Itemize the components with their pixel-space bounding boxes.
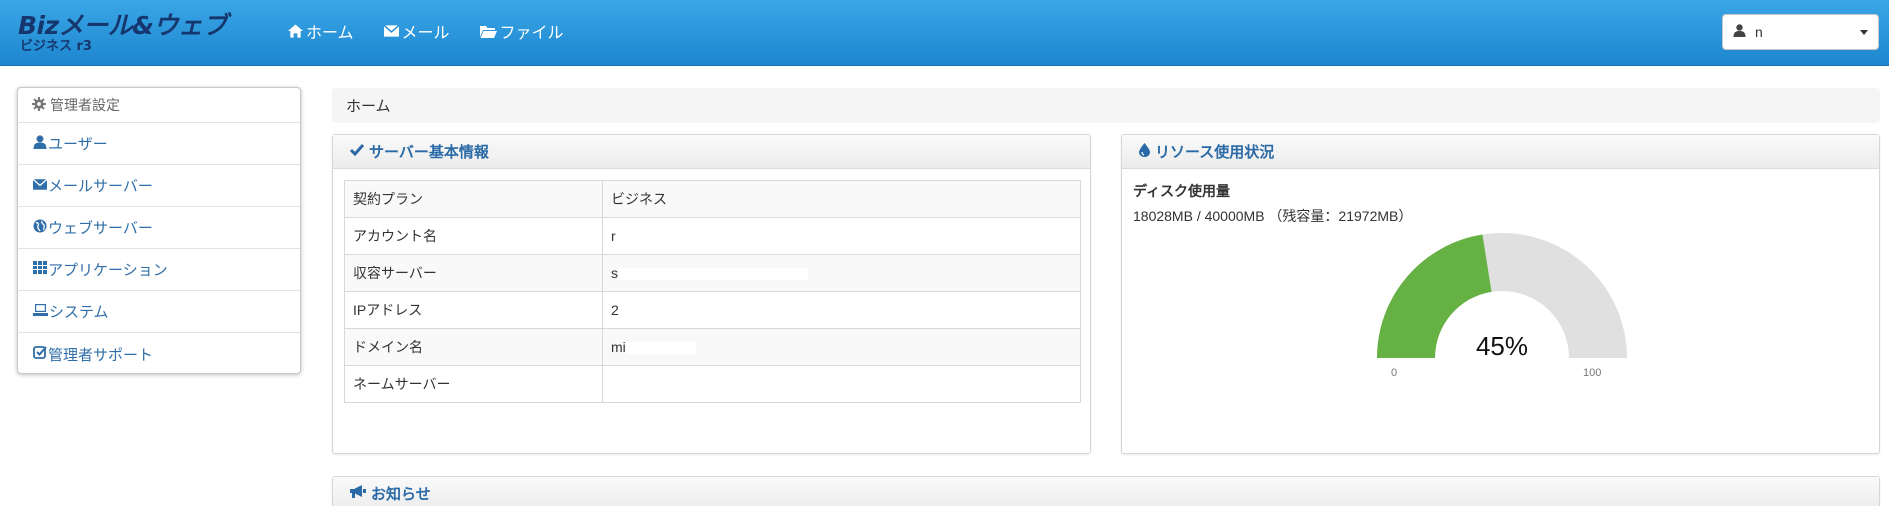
table-row: IPアドレス 2 (344, 291, 1081, 329)
row-value (602, 365, 1081, 403)
gear-icon (32, 96, 46, 114)
user-name: n (1755, 24, 1763, 40)
row-value: r (602, 217, 1081, 255)
table-row: ネームサーバー (344, 365, 1081, 403)
nav-files-label: ファイル (499, 25, 564, 42)
row-key: IPアドレス (344, 291, 603, 329)
row-key: アカウント名 (344, 217, 603, 255)
panel-header: リソース使用状況 (1122, 135, 1879, 169)
disk-usage-gauge: 45% 0 100 (1367, 231, 1637, 381)
sidebar-item-label: ユーザー (48, 136, 108, 153)
user-dropdown[interactable]: n (1722, 14, 1879, 50)
sidebar-item-applications[interactable]: アプリケーション (18, 249, 300, 291)
table-row: 収容サーバー s (344, 254, 1081, 292)
sidebar-item-label: 管理者サポート (48, 346, 154, 364)
apps-icon (33, 261, 47, 278)
sidebar-item-label: ウェブサーバー (48, 220, 153, 237)
sidebar-item-label: メールサーバー (48, 178, 153, 195)
sidebar-item-system[interactable]: システム (18, 291, 300, 333)
row-value-text: s (611, 265, 618, 281)
resource-usage-panel: リソース使用状況 ディスク使用量 18028MB / 40000MB （残容量：… (1121, 134, 1880, 454)
logo[interactable]: Bizメール&ウェブ ビジネス r3 (18, 12, 228, 56)
breadcrumb: ホーム (332, 88, 1880, 123)
table-row: アカウント名 r (344, 217, 1081, 255)
panel-title: リソース使用状況 (1155, 144, 1275, 161)
envelope-icon (32, 177, 48, 194)
redacted-block (618, 268, 808, 281)
home-icon (288, 24, 303, 38)
envelope-icon (383, 25, 399, 37)
user-icon (33, 134, 47, 153)
sidebar-item-label: アプリケーション (48, 262, 168, 279)
panel-title: サーバー基本情報 (369, 144, 489, 161)
row-key: ネームサーバー (344, 365, 603, 403)
sidebar-item-admin-support[interactable]: 管理者サポート (18, 333, 300, 373)
panel-header: サーバー基本情報 (333, 135, 1090, 169)
row-value-text: mi (611, 339, 626, 355)
logo-main-text: Bizメール&ウェブ (18, 11, 227, 40)
notice-panel: お知らせ (332, 476, 1880, 506)
panel-header: お知らせ (333, 477, 1879, 506)
redacted-block (625, 342, 696, 355)
folder-icon (479, 25, 497, 38)
logo-sub-text: ビジネス r3 (20, 39, 92, 54)
row-key: ドメイン名 (344, 328, 603, 366)
sidebar-item-label: システム (49, 304, 109, 321)
sidebar-item-web-server[interactable]: ウェブサーバー (18, 207, 300, 249)
row-key: 収容サーバー (344, 254, 603, 292)
gauge-min-label: 0 (1391, 367, 1398, 379)
row-value: 2 (602, 291, 1081, 329)
panel-title: お知らせ (371, 486, 431, 503)
main-nav: ホーム メール ファイル (288, 0, 564, 62)
row-key: 契約プラン (344, 180, 603, 218)
check-square-icon (33, 345, 47, 363)
top-navbar: Bizメール&ウェブ ビジネス r3 ホーム メール ファイル n (0, 0, 1889, 66)
disk-usage-title: ディスク使用量 (1133, 183, 1231, 199)
globe-icon (33, 219, 47, 237)
nav-home[interactable]: ホーム (288, 19, 354, 43)
megaphone-icon (350, 485, 366, 502)
nav-home-label: ホーム (306, 25, 354, 42)
laptop-icon (33, 303, 48, 320)
server-info-table: 契約プラン ビジネス アカウント名 r 収容サーバー s IPアドレス 2 ドメ… (344, 180, 1081, 403)
nav-mail[interactable]: メール (383, 19, 450, 43)
table-row: ドメイン名 mi (344, 328, 1081, 366)
sidebar-title: 管理者設定 (50, 97, 120, 113)
server-info-panel: サーバー基本情報 契約プラン ビジネス アカウント名 r 収容サーバー s IP… (332, 134, 1091, 454)
table-row: 契約プラン ビジネス (344, 180, 1081, 218)
sidebar-item-users[interactable]: ユーザー (18, 123, 300, 165)
nav-mail-label: メール (401, 25, 450, 42)
chevron-down-icon (1860, 29, 1868, 35)
row-value: ビジネス (602, 180, 1081, 218)
admin-sidebar: 管理者設定 ユーザー メールサーバー ウェブサーバー アプリケーション システム (17, 87, 301, 374)
user-icon (1733, 24, 1746, 40)
gauge-percent: 45% (1475, 331, 1529, 361)
breadcrumb-current: ホーム (346, 98, 391, 115)
gauge-max-label: 100 (1583, 367, 1602, 379)
row-value: mi (602, 328, 1081, 366)
disk-usage-detail: 18028MB / 40000MB （残容量：21972MB） (1133, 208, 1413, 224)
check-icon (349, 143, 365, 160)
sidebar-item-mail-server[interactable]: メールサーバー (18, 165, 300, 207)
sidebar-header: 管理者設定 (18, 88, 300, 123)
row-value: s (602, 254, 1081, 292)
droplet-icon (1139, 142, 1150, 161)
nav-files[interactable]: ファイル (479, 19, 564, 43)
